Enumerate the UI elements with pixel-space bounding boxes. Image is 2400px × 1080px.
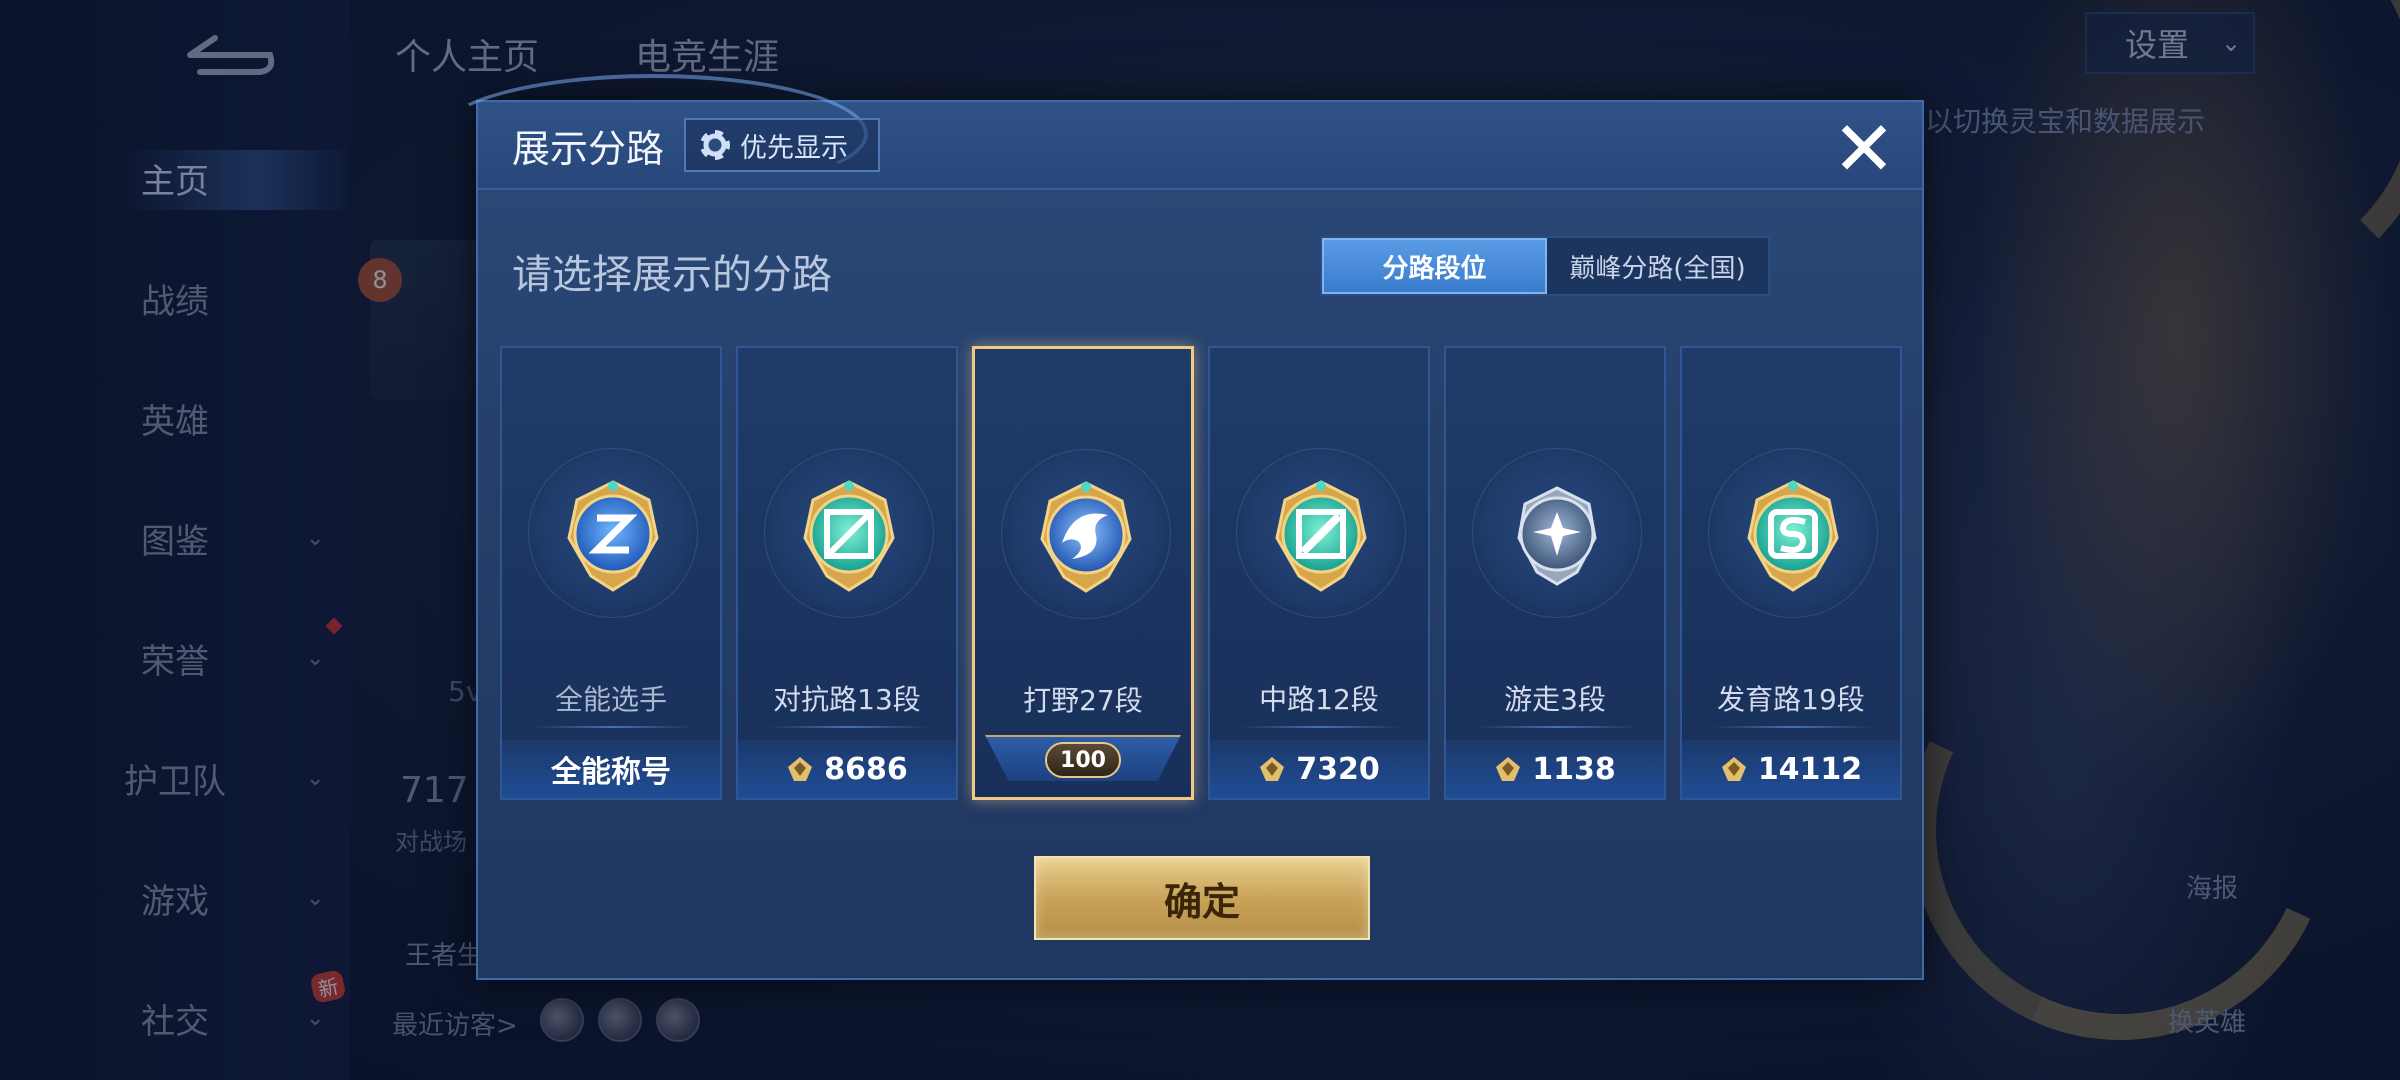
priority-display-button[interactable]: 优先显示 [684, 118, 880, 172]
lane-card-value: 8686 [738, 740, 956, 798]
lane-card-jungle[interactable]: 打野27段 100 [972, 346, 1194, 800]
mid-lane-emblem-icon [1275, 480, 1367, 592]
lane-card-list: 全能选手 全能称号 对抗路13段 8686 打野27段 100 中路12段 73… [500, 346, 1904, 800]
lane-card-label: 对抗路13段 [773, 683, 921, 716]
lane-display-dialog: 展示分路 优先显示 ✕ 请选择展示的分路 分路段位 巅峰分路(全国) 全能选手 … [438, 74, 1924, 980]
tab-peak-lane[interactable]: 巅峰分路(全国) [1547, 238, 1768, 294]
confirm-button[interactable]: 确定 [1034, 856, 1370, 940]
close-button[interactable]: ✕ [1824, 104, 1904, 193]
lane-card-label: 游走3段 [1504, 683, 1606, 716]
peak-points-icon [1721, 757, 1746, 781]
lane-card-label: 全能选手 [554, 683, 667, 716]
gear-icon [700, 130, 730, 160]
lane-card-value-text: 14112 [1757, 751, 1863, 787]
level-plate: 100 [975, 729, 1191, 799]
lane-mode-toggle: 分路段位 巅峰分路(全国) [1320, 236, 1770, 296]
lane-card-value: 全能称号 [502, 740, 720, 798]
lane-card-value-text: 7320 [1296, 751, 1380, 787]
lane-card-farm[interactable]: 发育路19段 14112 [1680, 346, 1902, 800]
dialog-subtitle: 请选择展示的分路 [512, 252, 832, 298]
all-round-emblem-icon [567, 480, 659, 592]
lane-card-roam[interactable]: 游走3段 1138 [1444, 346, 1666, 800]
card-divider [1240, 726, 1402, 728]
lane-card-value-text: 1138 [1532, 751, 1616, 787]
lane-card-value: 14112 [1682, 740, 1900, 798]
roam-emblem-icon [1517, 486, 1597, 586]
peak-points-icon [1496, 757, 1521, 781]
card-divider [532, 726, 694, 728]
priority-display-label: 优先显示 [740, 132, 848, 164]
lane-card-value: 7320 [1210, 740, 1428, 798]
clash-lane-emblem-icon [803, 480, 895, 592]
jungle-emblem-icon [1040, 481, 1132, 593]
lane-card-label: 打野27段 [1023, 684, 1143, 717]
lane-card-label: 中路12段 [1259, 683, 1379, 716]
tab-lane-rank[interactable]: 分路段位 [1322, 238, 1547, 294]
lane-card-clash[interactable]: 对抗路13段 8686 [736, 346, 958, 800]
lane-card-mid[interactable]: 中路12段 7320 [1208, 346, 1430, 800]
farm-lane-emblem-icon [1747, 480, 1839, 592]
lane-card-all-round[interactable]: 全能选手 全能称号 [500, 346, 722, 800]
lane-card-value-text: 8686 [824, 751, 908, 787]
card-divider [768, 726, 930, 728]
close-icon: ✕ [1832, 103, 1896, 193]
dialog-title: 展示分路 [512, 127, 665, 171]
card-divider [1712, 726, 1874, 728]
lane-card-label: 发育路19段 [1717, 683, 1865, 716]
card-divider [1476, 726, 1638, 728]
lane-card-value: 1138 [1446, 740, 1664, 798]
dialog-header: 展示分路 优先显示 ✕ [438, 74, 1922, 194]
peak-points-icon [1260, 757, 1285, 781]
star-level-badge: 100 [1045, 742, 1121, 778]
peak-points-icon [788, 757, 813, 781]
lane-card-value-text: 全能称号 [551, 755, 671, 790]
